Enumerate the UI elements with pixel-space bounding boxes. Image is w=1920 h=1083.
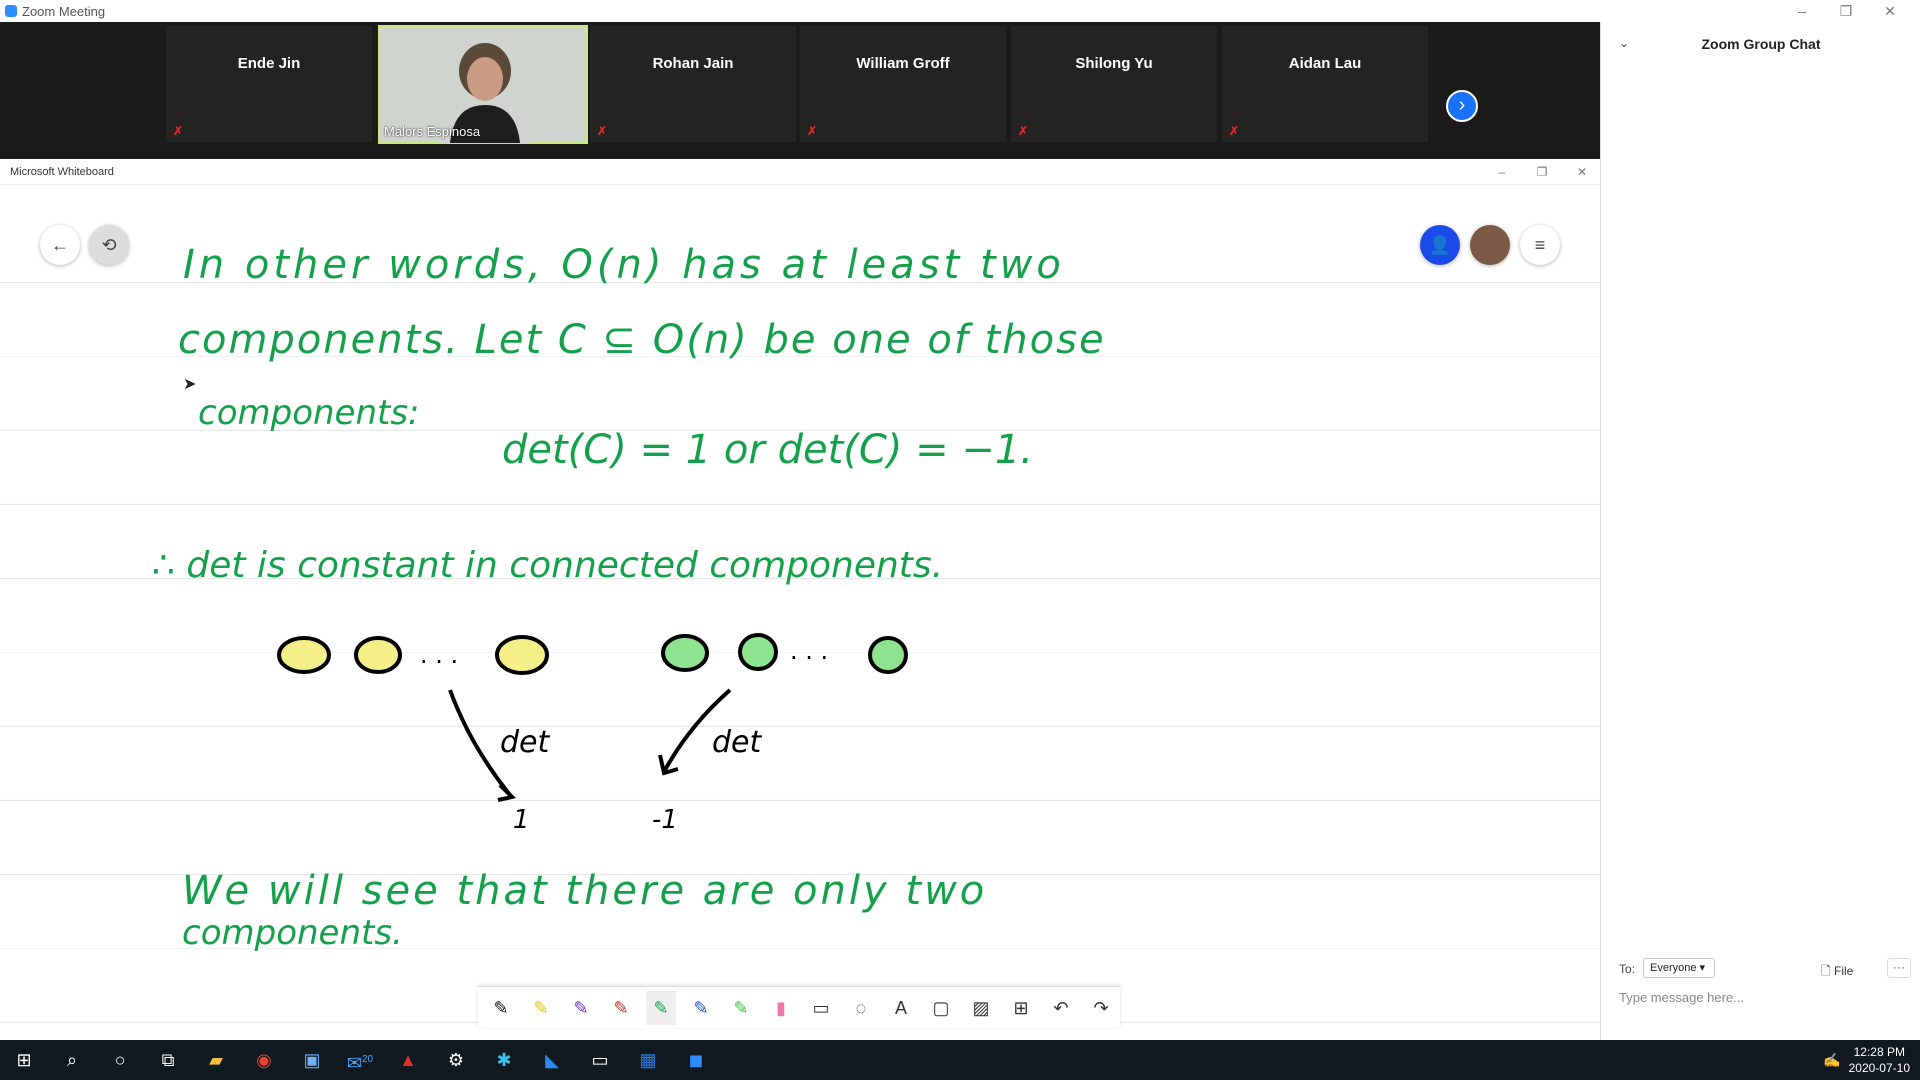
invite-icon[interactable]: 👤: [1420, 225, 1460, 265]
ink-line: ∴ det is constant in connected component…: [152, 545, 944, 586]
ink-line: We will see that there are only two: [182, 868, 988, 914]
close-button[interactable]: ✕: [1868, 0, 1912, 22]
windows-start-icon[interactable]: ⊞: [0, 1040, 48, 1080]
blue-pen-icon[interactable]: ✎: [686, 991, 716, 1025]
wb-close-button[interactable]: ✕: [1560, 161, 1604, 183]
mail-icon[interactable]: ✉20: [336, 1040, 384, 1080]
ink-line: In other words, O(n) has at least two: [183, 242, 1065, 288]
participant-tile-aidan-lau[interactable]: Aidan Lau ✗: [1222, 26, 1428, 142]
ink-line: det(C) = 1 or det(C) = −1.: [502, 427, 1034, 473]
restore-button[interactable]: ❐: [1824, 0, 1868, 22]
zoom-logo-icon: [5, 5, 17, 17]
black-pen-icon[interactable]: ✎: [486, 991, 516, 1025]
sticky-note-icon[interactable]: ▢: [926, 991, 956, 1025]
participant-gallery: Ende Jin ✗ Malors Espinosa Rohan Jain ✗ …: [0, 22, 1600, 159]
chat-to-label: To:: [1619, 962, 1636, 976]
chat-message-input[interactable]: Type message here...: [1619, 990, 1744, 1005]
mouse-cursor-icon: ➤: [183, 376, 197, 393]
participant-name: Shilong Yu: [1075, 55, 1153, 72]
ink-line: components.: [182, 913, 403, 953]
mic-muted-icon: ✗: [172, 124, 184, 138]
participant-name: William Groff: [856, 55, 950, 72]
calendar-icon[interactable]: ▦: [624, 1040, 672, 1080]
wb-restore-button[interactable]: ❐: [1520, 161, 1564, 183]
participant-name: Rohan Jain: [652, 55, 734, 72]
file-explorer-icon[interactable]: ▰: [192, 1040, 240, 1080]
insert-icon[interactable]: ⊞: [1006, 991, 1036, 1025]
chat-panel: ⌄ Zoom Group Chat To: Everyone ▾ 🗋 File …: [1600, 22, 1920, 1040]
participant-name: Malors Espinosa: [384, 124, 481, 139]
participant-name: Aidan Lau: [1288, 55, 1362, 72]
chat-recipient-select[interactable]: Everyone ▾: [1643, 958, 1715, 978]
zoom-icon[interactable]: ◼: [672, 1040, 720, 1080]
participant-tile-william-groff[interactable]: William Groff ✗: [800, 26, 1006, 142]
avatar[interactable]: [1470, 225, 1510, 265]
text-icon[interactable]: A: [886, 991, 916, 1025]
whiteboard-canvas[interactable]: ← ⟲ 👤 ≡ In other words, O(n) has at leas…: [0, 185, 1600, 1025]
slack-icon[interactable]: ✱: [480, 1040, 528, 1080]
menu-icon[interactable]: ≡: [1520, 225, 1560, 265]
lasso-select-icon[interactable]: ◌: [846, 991, 876, 1025]
mic-muted-icon: ✗: [596, 124, 608, 138]
ruler-icon[interactable]: ▭: [806, 991, 836, 1025]
clock-date: 2020-07-10: [1848, 1061, 1910, 1075]
participant-tile-shilong-yu[interactable]: Shilong Yu ✗: [1011, 26, 1217, 142]
ink-det-left: det: [500, 725, 550, 760]
redo-icon[interactable]: ↷: [1086, 991, 1116, 1025]
terminal-icon[interactable]: ▭: [576, 1040, 624, 1080]
gallery-next-button[interactable]: ›: [1446, 90, 1478, 122]
chat-file-button[interactable]: 🗋 File: [1821, 962, 1853, 983]
chrome-icon[interactable]: ◉: [240, 1040, 288, 1080]
ink-line: components:: [198, 393, 420, 433]
store-icon[interactable]: ▣: [288, 1040, 336, 1080]
svg-text:. . .: . . .: [790, 637, 828, 665]
components-diagram: . . . . . .: [277, 633, 908, 802]
undo-icon[interactable]: ↶: [1046, 991, 1076, 1025]
clock-time: 12:28 PM: [1853, 1045, 1905, 1059]
search-icon[interactable]: ⌕: [48, 1040, 96, 1080]
eraser-icon[interactable]: ▮: [766, 991, 796, 1025]
mic-muted-icon: ✗: [1228, 124, 1240, 138]
ink-one: 1: [513, 805, 530, 835]
chat-file-label: File: [1834, 964, 1854, 978]
zoom-titlebar: Zoom Meeting – ❐ ✕: [0, 0, 1920, 22]
image-icon[interactable]: ▨: [966, 991, 996, 1025]
ink-line: components. Let C ⊆ O(n) be one of those: [178, 317, 1106, 363]
svg-text:. . .: . . .: [420, 641, 458, 669]
wb-minimize-button[interactable]: –: [1480, 161, 1524, 183]
acrobat-icon[interactable]: ▲: [384, 1040, 432, 1080]
participant-name: Ende Jin: [237, 55, 301, 72]
zoom-window-title: Zoom Meeting: [22, 4, 106, 19]
red-pen-icon[interactable]: ✎: [606, 991, 636, 1025]
task-view-icon[interactable]: ⧉: [144, 1040, 192, 1080]
participant-tile-ende-jin[interactable]: Ende Jin ✗: [166, 26, 372, 142]
green-pen-icon[interactable]: ✎: [646, 991, 676, 1025]
ink-toolbar: ✎ ✎ ✎ ✎ ✎ ✎ ✎ ▮ ▭ ◌ A ▢ ▨ ⊞ ↶ ↷: [478, 986, 1120, 1028]
highlighter-icon[interactable]: ✎: [726, 991, 756, 1025]
back-arrow-icon[interactable]: ←: [40, 225, 80, 265]
file-icon: 🗋: [1821, 964, 1831, 978]
ink-minus-one: -1: [652, 805, 678, 835]
mic-muted-icon: ✗: [806, 124, 818, 138]
lasso-icon[interactable]: ⟲: [89, 225, 129, 265]
yellow-pen-icon[interactable]: ✎: [526, 991, 556, 1025]
mic-muted-icon: ✗: [1017, 124, 1029, 138]
mail-badge: 20: [361, 1054, 374, 1065]
chat-recipient: Everyone: [1650, 962, 1697, 974]
ink-det-right: det: [712, 725, 762, 760]
participant-tile-rohan-jain[interactable]: Rohan Jain ✗: [590, 26, 796, 142]
windows-taskbar: ⊞ ⌕ ○ ⧉ ▰ ◉ ▣ ✉20 ▲ ⚙ ✱ ◣ ▭ ▦ ◼ ✍ 12:28 …: [0, 1040, 1920, 1080]
vscode-icon[interactable]: ◣: [528, 1040, 576, 1080]
clock[interactable]: 12:28 PM 2020-07-10: [1849, 1044, 1910, 1076]
whiteboard-titlebar: Microsoft Whiteboard – ❐ ✕: [0, 159, 1600, 185]
cortana-icon[interactable]: ○: [96, 1040, 144, 1080]
minimize-button[interactable]: –: [1780, 0, 1824, 22]
purple-pen-icon[interactable]: ✎: [566, 991, 596, 1025]
chat-more-button[interactable]: ···: [1887, 958, 1911, 978]
whiteboard-window-title: Microsoft Whiteboard: [10, 166, 114, 178]
chat-title: Zoom Group Chat: [1701, 36, 1821, 52]
participant-tile-malors-espinosa[interactable]: Malors Espinosa: [378, 25, 588, 144]
vpn-icon[interactable]: ⚙: [432, 1040, 480, 1080]
